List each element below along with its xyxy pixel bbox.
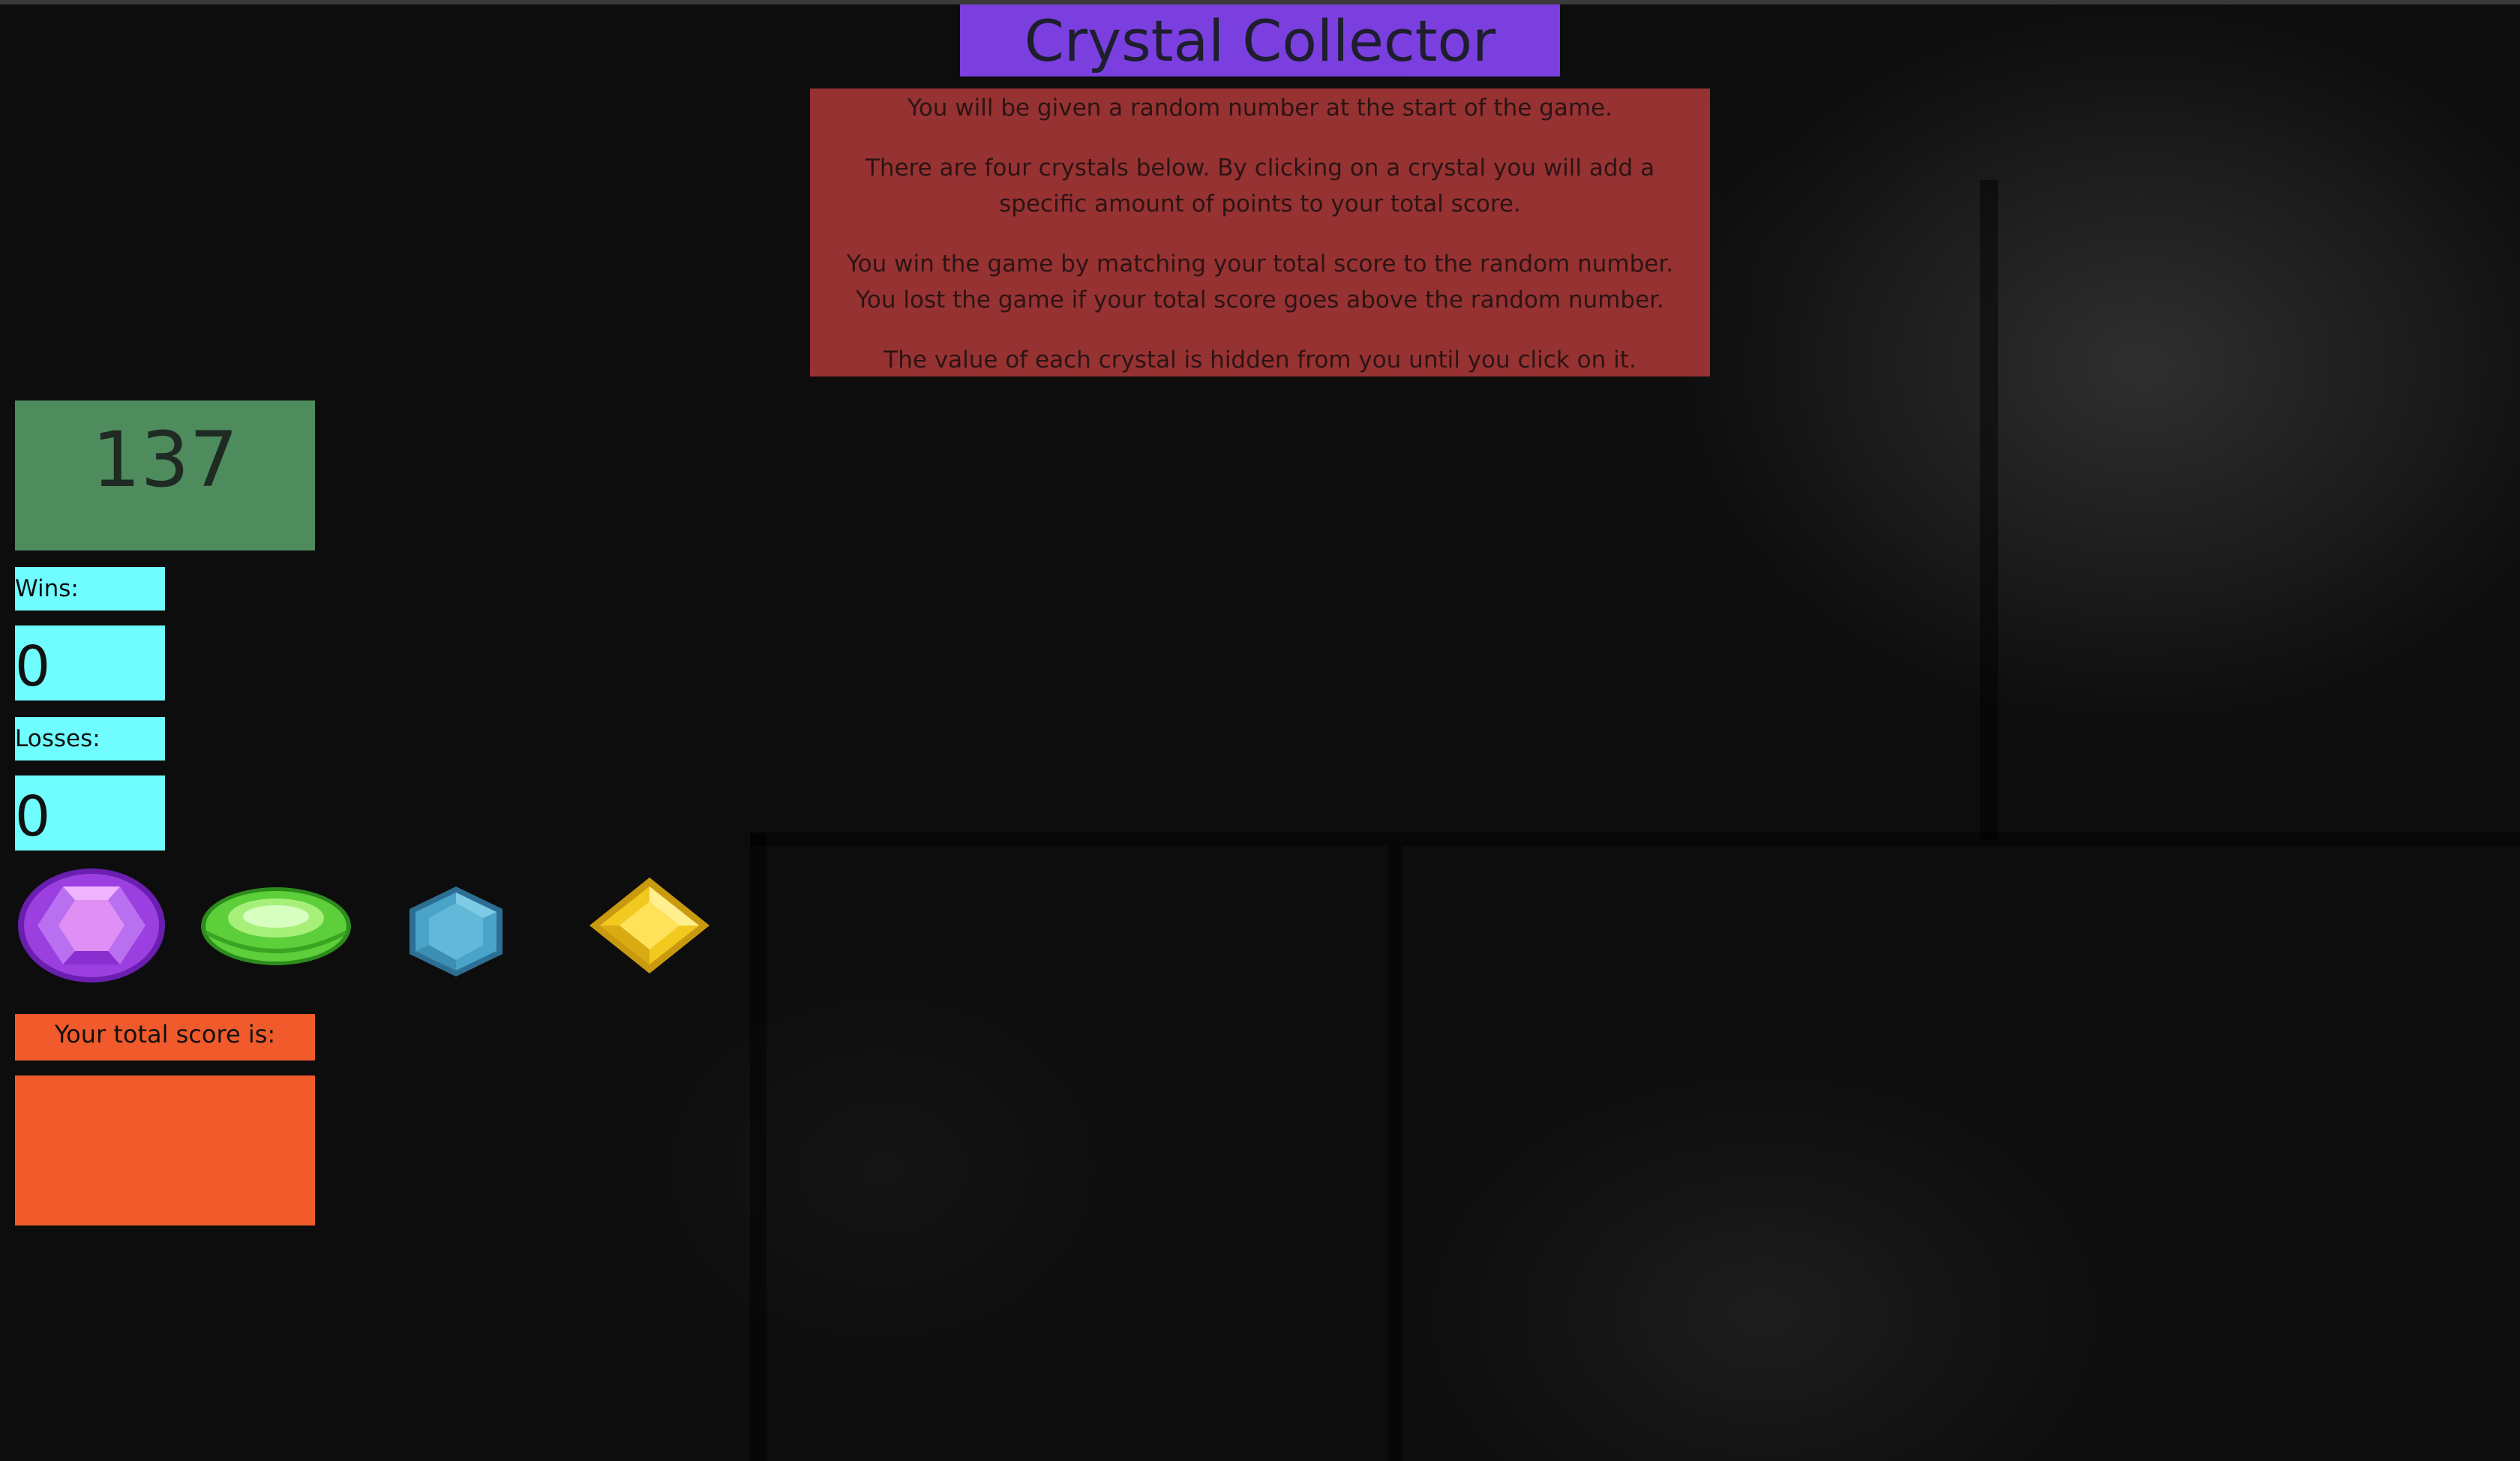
- wall-texture: [750, 832, 766, 1461]
- wall-texture: [1388, 846, 1402, 1461]
- losses-value: 0: [15, 776, 165, 850]
- wins-label: Wins:: [15, 567, 165, 610]
- purple-crystal-icon[interactable]: [16, 867, 166, 984]
- yellow-crystal-icon[interactable]: [588, 876, 711, 975]
- instruction-line: The value of each crystal is hidden from…: [884, 346, 1636, 374]
- random-number-box: 137: [15, 400, 315, 550]
- total-score-value: [15, 1076, 315, 1226]
- title-banner: Crystal Collector: [960, 4, 1560, 76]
- random-number: 137: [92, 416, 238, 505]
- instruction-line: You will be given a random number at the…: [908, 94, 1612, 122]
- green-crystal-icon[interactable]: [200, 885, 352, 968]
- wall-texture: [1980, 180, 1998, 840]
- blue-crystal-icon[interactable]: [405, 885, 507, 978]
- instruction-line: You win the game by matching your total …: [846, 250, 1674, 314]
- page-title: Crystal Collector: [1024, 7, 1496, 74]
- wall-texture: [750, 832, 2520, 846]
- losses-label: Losses:: [15, 717, 165, 760]
- total-score-label: Your total score is:: [15, 1014, 315, 1060]
- wins-value: 0: [15, 626, 165, 700]
- instruction-line: There are four crystals below. By clicki…: [865, 154, 1655, 218]
- instructions-panel: You will be given a random number at the…: [810, 88, 1710, 376]
